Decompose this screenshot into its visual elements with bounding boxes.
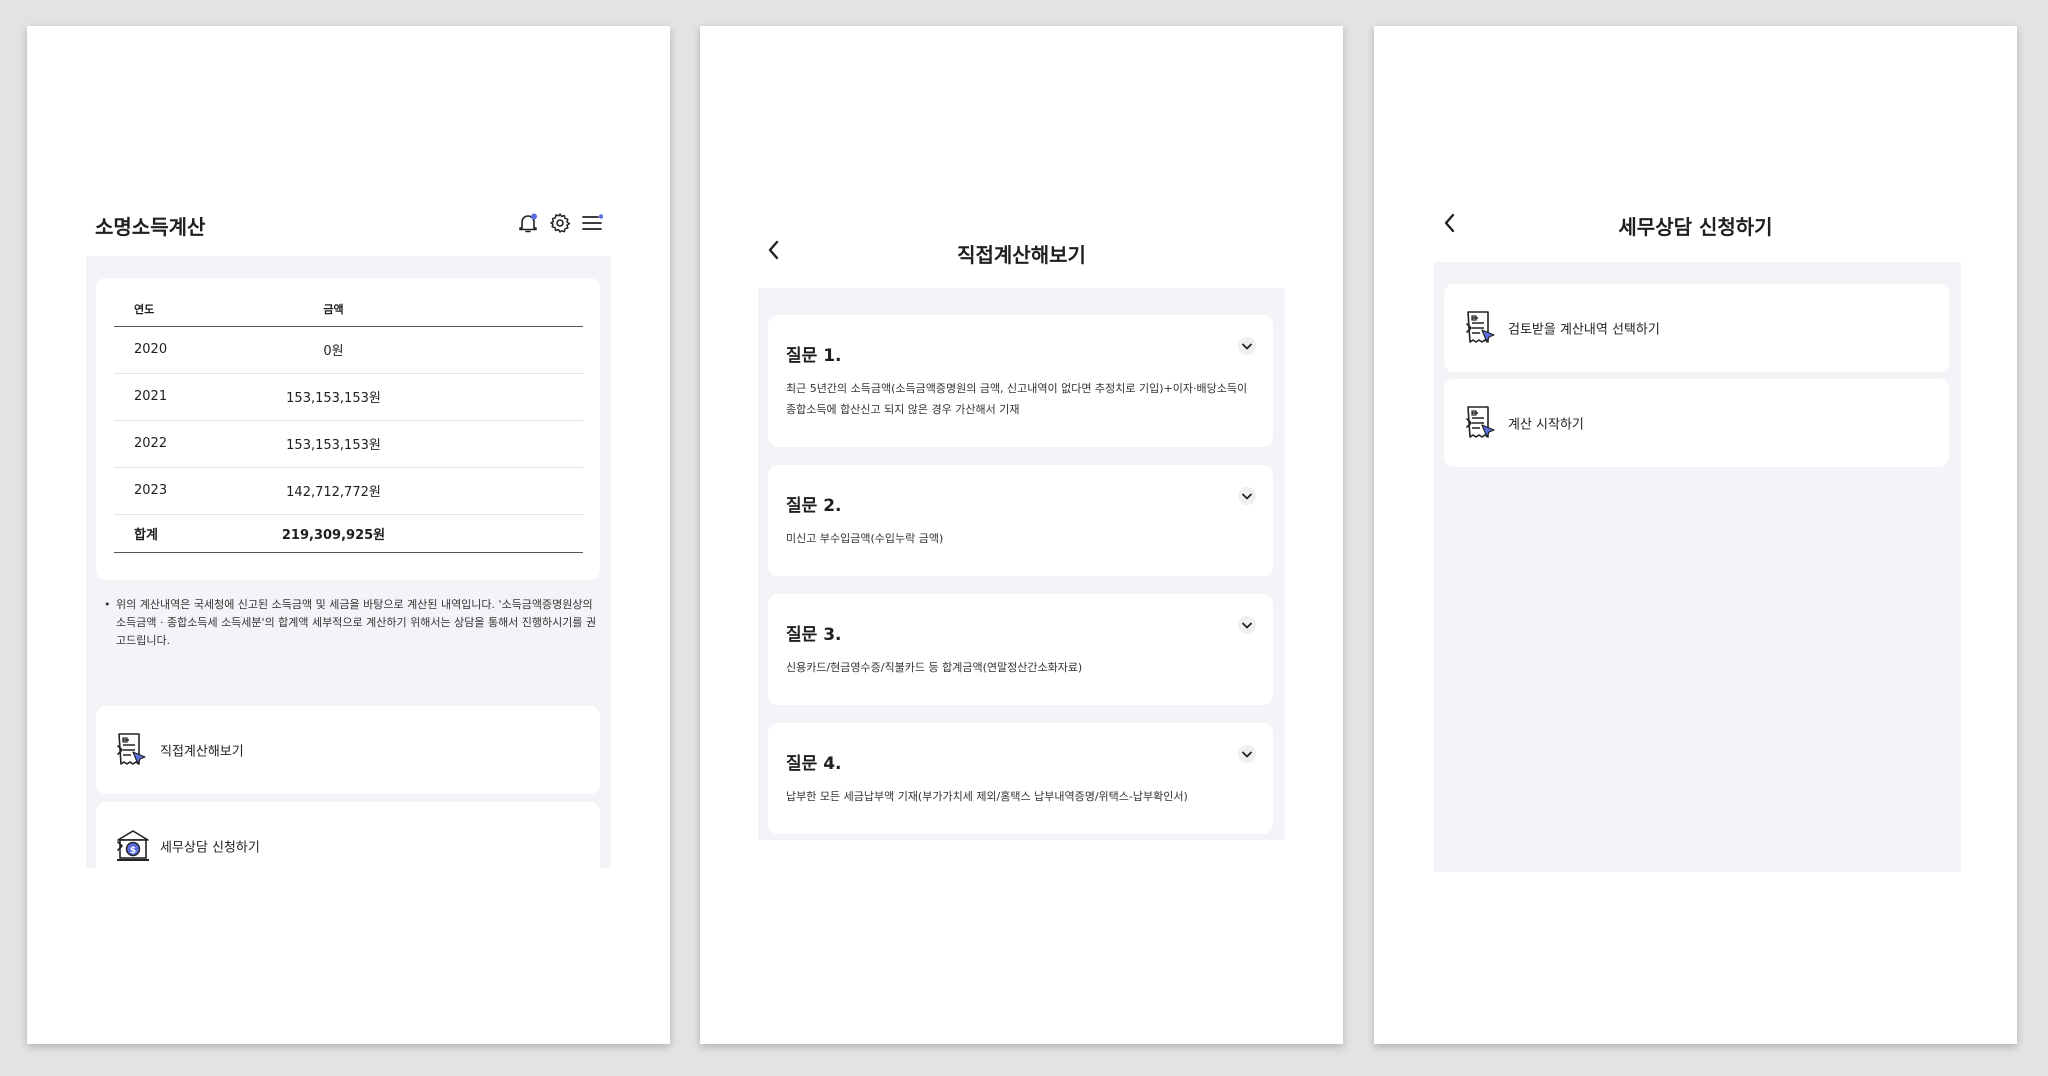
content-panel: 질문 1. 최근 5년간의 소득금액(소득금액증명원의 금액, 신고내역이 없다… [758,288,1285,840]
question-title: 질문 2. [786,496,842,516]
content-panel: 연도 금액 2020 0원 2021 153,153,153원 2022 153… [86,256,611,890]
menu-direct-calculation-button[interactable]: 직접계산해보기 [96,706,600,794]
income-table-card: 연도 금액 2020 0원 2021 153,153,153원 2022 153… [96,278,600,580]
column-header-year: 연도 [114,292,184,327]
table-row: 2021 153,153,153원 [114,373,583,421]
question-description: 납부한 모든 세금납부액 기재(부가가치세 제외/홈택스 납부내역증명/위택스-… [786,790,1188,803]
screen-direct-calculation: 직접계산해보기 질문 1. 최근 5년간의 소득금액(소득금액증명원의 금액, … [700,26,1343,1044]
page-title: 직접계산해보기 [957,243,1086,267]
content-panel: 검토받을 계산내역 선택하기 계산 시작하기 [1434,262,1961,872]
total-amount: 219,309,925원 [184,513,583,553]
question-description: 최근 5년간의 소득금액(소득금액증명원의 금액, 신고내역이 없다면 추정치로… [786,382,1248,416]
screen-income-calculation: 소명소득계산 연도 금액 2020 0원 2021 153,153,153원 2… [27,26,670,1044]
cell-amount: 153,153,153원 [184,373,583,421]
screen-tax-consultation: 세무상담 신청하기 검토받을 계산내역 선택하기 계산 시작하기 [1374,26,2017,1044]
table-total-row: 합계 219,309,925원 [114,513,583,553]
cell-year: 2021 [114,373,184,421]
table-row: 2023 142,712,772원 [114,467,583,515]
question-card[interactable]: 질문 1. 최근 5년간의 소득금액(소득금액증명원의 금액, 신고내역이 없다… [768,315,1273,447]
table-row: 2022 153,153,153원 [114,420,583,468]
chevron-right-icon [115,840,584,852]
question-title: 질문 3. [786,625,842,645]
question-description: 미신고 부수입금액(수입누락 금액) [786,532,944,545]
page-title: 소명소득계산 [95,215,206,239]
menu-start-calculation-button[interactable]: 계산 시작하기 [1444,379,1949,467]
question-card[interactable]: 질문 2. 미신고 부수입금액(수입누락 금액) [768,465,1273,576]
menu-icon[interactable] [581,212,603,234]
question-description: 신용카드/현금영수증/직불카드 등 합계금액(연말정산간소화자료) [786,661,1083,674]
gear-icon[interactable] [549,212,571,234]
cell-year: 2020 [114,326,184,374]
total-label: 합계 [114,513,184,553]
question-card[interactable]: 질문 3. 신용카드/현금영수증/직불카드 등 합계금액(연말정산간소화자료) [768,594,1273,705]
question-title: 질문 4. [786,754,842,774]
cell-amount: 0원 [184,326,583,374]
income-table: 연도 금액 2020 0원 2021 153,153,153원 2022 153… [114,292,583,553]
question-card[interactable]: 질문 4. 납부한 모든 세금납부액 기재(부가가치세 제외/홈택스 납부내역증… [768,723,1273,834]
chevron-right-icon [115,744,584,756]
cell-year: 2023 [114,467,184,515]
cell-amount: 153,153,153원 [184,420,583,468]
page-title: 세무상담 신청하기 [1618,215,1773,239]
cell-year: 2022 [114,420,184,468]
table-row: 2020 0원 [114,326,583,374]
question-title: 질문 1. [786,346,842,366]
cell-amount: 142,712,772원 [184,467,583,515]
menu-tax-consultation-button[interactable]: $ 세무상담 신청하기 [96,802,600,890]
chevron-down-icon[interactable] [1237,615,1257,635]
bell-icon[interactable] [517,212,539,234]
chevron-down-icon[interactable] [1237,336,1257,356]
chevron-right-icon [1464,322,1933,334]
column-header-amount: 금액 [184,292,583,327]
menu-select-calculation-button[interactable]: 검토받을 계산내역 선택하기 [1444,284,1949,372]
chevron-down-icon[interactable] [1237,486,1257,506]
chevron-down-icon[interactable] [1237,744,1257,764]
chevron-right-icon [1464,417,1933,429]
notice-text: 위의 계산내역은 국세청에 신고된 소득금액 및 세금을 바탕으로 계산된 내역… [104,596,604,650]
